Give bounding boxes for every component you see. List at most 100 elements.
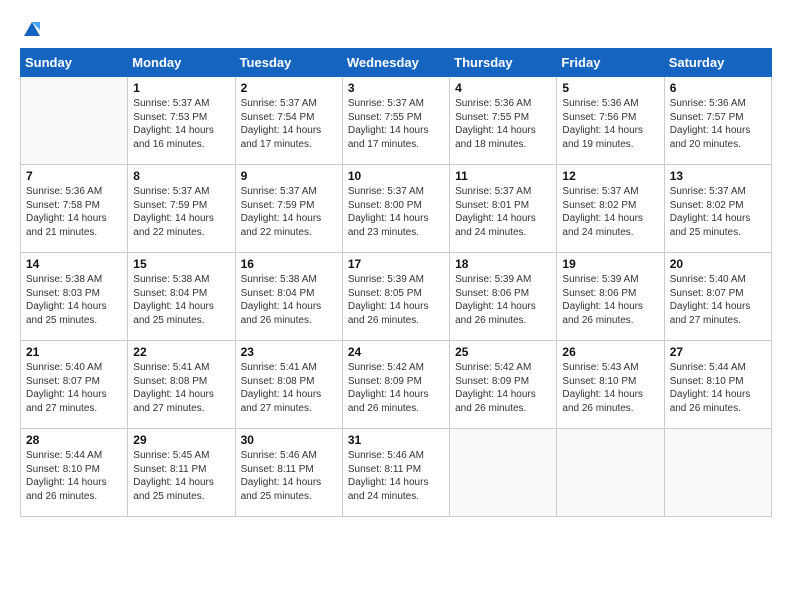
calendar-header-sunday: Sunday	[21, 49, 128, 77]
calendar-cell: 30 Sunrise: 5:46 AM Sunset: 8:11 PM Dayli…	[235, 429, 342, 517]
day-number: 31	[348, 433, 444, 447]
calendar-cell: 17Sunrise: 5:39 AM Sunset: 8:05 PM Dayli…	[342, 253, 449, 341]
day-detail: Sunrise: 5:38 AM Sunset: 8:04 PM Dayligh…	[241, 273, 337, 327]
day-detail: Sunrise: 5:38 AM Sunset: 8:03 PM Dayligh…	[26, 273, 122, 327]
calendar-cell: 21 Sunrise: 5:40 AM Sunset: 8:07 PM Dayli…	[21, 341, 128, 429]
calendar-cell: 26 Sunrise: 5:43 AM Sunset: 8:10 PM Dayli…	[557, 341, 664, 429]
calendar-cell: 7 Sunrise: 5:36 AM Sunset: 7:58 PM Daylig…	[21, 165, 128, 253]
logo-icon	[22, 20, 42, 38]
day-detail: Sunrise: 5:39 AM Sunset: 8:06 PM Dayligh…	[562, 273, 658, 327]
calendar-cell: 22 Sunrise: 5:41 AM Sunset: 8:08 PM Dayli…	[128, 341, 235, 429]
day-detail: Sunrise: 5:46 AM Sunset: 8:11 PM Dayligh…	[241, 449, 337, 503]
calendar-header-monday: Monday	[128, 49, 235, 77]
calendar-cell: 29Sunrise: 5:45 AM Sunset: 8:11 PM Dayli…	[128, 429, 235, 517]
day-number: 13	[670, 169, 766, 183]
day-detail: Sunrise: 5:37 AM Sunset: 8:02 PM Dayligh…	[670, 185, 766, 239]
calendar-week-3: 14 Sunrise: 5:38 AM Sunset: 8:03 PM Dayli…	[21, 253, 772, 341]
calendar-cell: 16 Sunrise: 5:38 AM Sunset: 8:04 PM Dayli…	[235, 253, 342, 341]
day-detail: Sunrise: 5:40 AM Sunset: 8:07 PM Dayligh…	[26, 361, 122, 415]
day-detail: Sunrise: 5:36 AM Sunset: 7:57 PM Dayligh…	[670, 97, 766, 151]
day-number: 1	[133, 81, 229, 95]
day-detail: Sunrise: 5:36 AM Sunset: 7:55 PM Dayligh…	[455, 97, 551, 151]
day-detail: Sunrise: 5:41 AM Sunset: 8:08 PM Dayligh…	[241, 361, 337, 415]
calendar-cell: 6 Sunrise: 5:36 AM Sunset: 7:57 PM Daylig…	[664, 77, 771, 165]
day-number: 15	[133, 257, 229, 271]
day-number: 21	[26, 345, 122, 359]
calendar-header-wednesday: Wednesday	[342, 49, 449, 77]
calendar-cell	[557, 429, 664, 517]
day-detail: Sunrise: 5:36 AM Sunset: 7:58 PM Dayligh…	[26, 185, 122, 239]
calendar-cell: 20Sunrise: 5:40 AM Sunset: 8:07 PM Dayli…	[664, 253, 771, 341]
calendar-header-thursday: Thursday	[450, 49, 557, 77]
calendar-cell: 8 Sunrise: 5:37 AM Sunset: 7:59 PM Daylig…	[128, 165, 235, 253]
calendar-cell: 13 Sunrise: 5:37 AM Sunset: 8:02 PM Dayli…	[664, 165, 771, 253]
day-detail: Sunrise: 5:41 AM Sunset: 8:08 PM Dayligh…	[133, 361, 229, 415]
day-detail: Sunrise: 5:37 AM Sunset: 8:01 PM Dayligh…	[455, 185, 551, 239]
day-detail: Sunrise: 5:43 AM Sunset: 8:10 PM Dayligh…	[562, 361, 658, 415]
day-detail: Sunrise: 5:37 AM Sunset: 7:59 PM Dayligh…	[241, 185, 337, 239]
day-number: 12	[562, 169, 658, 183]
day-detail: Sunrise: 5:39 AM Sunset: 8:05 PM Dayligh…	[348, 273, 444, 327]
day-detail: Sunrise: 5:42 AM Sunset: 8:09 PM Dayligh…	[455, 361, 551, 415]
calendar-cell: 9 Sunrise: 5:37 AM Sunset: 7:59 PM Daylig…	[235, 165, 342, 253]
calendar-week-4: 21 Sunrise: 5:40 AM Sunset: 8:07 PM Dayli…	[21, 341, 772, 429]
calendar-cell: 19 Sunrise: 5:39 AM Sunset: 8:06 PM Dayli…	[557, 253, 664, 341]
calendar-cell	[664, 429, 771, 517]
day-number: 10	[348, 169, 444, 183]
day-detail: Sunrise: 5:46 AM Sunset: 8:11 PM Dayligh…	[348, 449, 444, 503]
calendar-cell: 24Sunrise: 5:42 AM Sunset: 8:09 PM Dayli…	[342, 341, 449, 429]
calendar-cell: 4 Sunrise: 5:36 AM Sunset: 7:55 PM Daylig…	[450, 77, 557, 165]
day-detail: Sunrise: 5:36 AM Sunset: 7:56 PM Dayligh…	[562, 97, 658, 151]
day-detail: Sunrise: 5:37 AM Sunset: 8:00 PM Dayligh…	[348, 185, 444, 239]
day-number: 14	[26, 257, 122, 271]
day-number: 19	[562, 257, 658, 271]
calendar-cell: 3Sunrise: 5:37 AM Sunset: 7:55 PM Daylig…	[342, 77, 449, 165]
calendar-cell: 28 Sunrise: 5:44 AM Sunset: 8:10 PM Dayli…	[21, 429, 128, 517]
day-number: 8	[133, 169, 229, 183]
day-detail: Sunrise: 5:37 AM Sunset: 7:53 PM Dayligh…	[133, 97, 229, 151]
day-number: 30	[241, 433, 337, 447]
calendar-cell: 18 Sunrise: 5:39 AM Sunset: 8:06 PM Dayli…	[450, 253, 557, 341]
day-number: 3	[348, 81, 444, 95]
day-number: 26	[562, 345, 658, 359]
day-number: 2	[241, 81, 337, 95]
day-number: 7	[26, 169, 122, 183]
page-header	[20, 20, 772, 38]
calendar-cell: 31 Sunrise: 5:46 AM Sunset: 8:11 PM Dayli…	[342, 429, 449, 517]
day-number: 22	[133, 345, 229, 359]
day-number: 11	[455, 169, 551, 183]
day-number: 18	[455, 257, 551, 271]
day-detail: Sunrise: 5:39 AM Sunset: 8:06 PM Dayligh…	[455, 273, 551, 327]
day-detail: Sunrise: 5:42 AM Sunset: 8:09 PM Dayligh…	[348, 361, 444, 415]
day-detail: Sunrise: 5:44 AM Sunset: 8:10 PM Dayligh…	[26, 449, 122, 503]
calendar-cell: 1 Sunrise: 5:37 AM Sunset: 7:53 PM Daylig…	[128, 77, 235, 165]
calendar-cell: 23 Sunrise: 5:41 AM Sunset: 8:08 PM Dayli…	[235, 341, 342, 429]
day-number: 28	[26, 433, 122, 447]
calendar-cell: 25 Sunrise: 5:42 AM Sunset: 8:09 PM Dayli…	[450, 341, 557, 429]
day-number: 16	[241, 257, 337, 271]
calendar-cell: 15Sunrise: 5:38 AM Sunset: 8:04 PM Dayli…	[128, 253, 235, 341]
calendar-cell: 12 Sunrise: 5:37 AM Sunset: 8:02 PM Dayli…	[557, 165, 664, 253]
day-number: 5	[562, 81, 658, 95]
day-detail: Sunrise: 5:37 AM Sunset: 7:59 PM Dayligh…	[133, 185, 229, 239]
day-detail: Sunrise: 5:37 AM Sunset: 7:54 PM Dayligh…	[241, 97, 337, 151]
day-number: 23	[241, 345, 337, 359]
calendar-header-saturday: Saturday	[664, 49, 771, 77]
day-number: 29	[133, 433, 229, 447]
calendar-week-5: 28 Sunrise: 5:44 AM Sunset: 8:10 PM Dayli…	[21, 429, 772, 517]
calendar-cell: 14 Sunrise: 5:38 AM Sunset: 8:03 PM Dayli…	[21, 253, 128, 341]
day-number: 6	[670, 81, 766, 95]
logo	[20, 20, 42, 38]
calendar-cell	[450, 429, 557, 517]
day-detail: Sunrise: 5:37 AM Sunset: 8:02 PM Dayligh…	[562, 185, 658, 239]
calendar-cell: 5 Sunrise: 5:36 AM Sunset: 7:56 PM Daylig…	[557, 77, 664, 165]
calendar-header-tuesday: Tuesday	[235, 49, 342, 77]
day-number: 4	[455, 81, 551, 95]
calendar-header-friday: Friday	[557, 49, 664, 77]
calendar-cell: 2 Sunrise: 5:37 AM Sunset: 7:54 PM Daylig…	[235, 77, 342, 165]
day-number: 25	[455, 345, 551, 359]
calendar-cell	[21, 77, 128, 165]
calendar-week-1: 1 Sunrise: 5:37 AM Sunset: 7:53 PM Daylig…	[21, 77, 772, 165]
day-number: 9	[241, 169, 337, 183]
calendar: SundayMondayTuesdayWednesdayThursdayFrid…	[20, 48, 772, 517]
